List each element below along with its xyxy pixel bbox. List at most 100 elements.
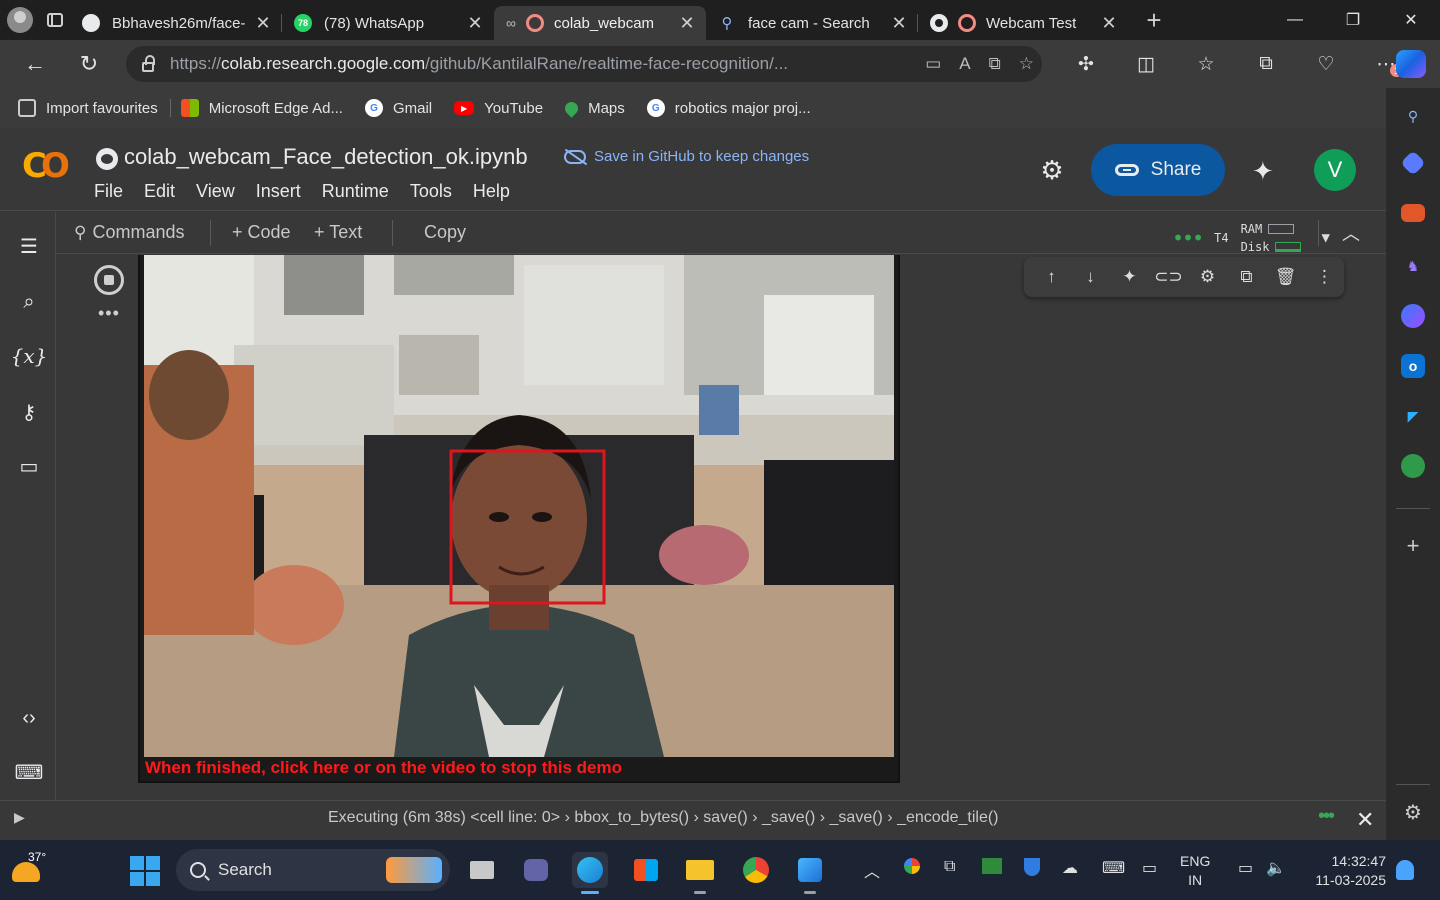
close-tab-icon[interactable]: ✕ bbox=[254, 13, 272, 34]
tablet-icon[interactable]: ▭ bbox=[1142, 858, 1157, 878]
close-tab-icon[interactable]: ✕ bbox=[1100, 13, 1118, 34]
link-icon[interactable]: ⊂⊃ bbox=[1149, 267, 1188, 287]
browser-tab-colab[interactable]: ∞ colab_webcam ✕ bbox=[494, 6, 706, 40]
close-window-button[interactable]: ✕ bbox=[1382, 0, 1440, 40]
onedrive-icon[interactable]: ☁ bbox=[1062, 858, 1078, 878]
games-icon[interactable]: ♞ bbox=[1401, 254, 1425, 278]
restore-button[interactable]: ❐ bbox=[1324, 0, 1382, 40]
browser-essentials-icon[interactable]: ♡ bbox=[1298, 44, 1354, 84]
mirror-cell-icon[interactable]: ⧉ bbox=[1227, 267, 1266, 287]
chevron-up-icon[interactable]: ︿ bbox=[864, 858, 880, 882]
menu-file[interactable]: File bbox=[94, 181, 123, 202]
favourite-maps[interactable]: Maps bbox=[562, 98, 625, 118]
favourite-robotics[interactable]: Grobotics major proj... bbox=[646, 99, 811, 117]
file-explorer-icon[interactable] bbox=[682, 852, 718, 894]
collections-icon[interactable]: ⧉ bbox=[1238, 44, 1294, 84]
teams-icon[interactable] bbox=[518, 852, 554, 888]
table-of-contents-icon[interactable]: ☰ bbox=[14, 232, 44, 260]
add-icon[interactable]: + bbox=[1401, 533, 1425, 558]
network-icon[interactable]: ▭ bbox=[1238, 858, 1253, 878]
shopping-tag-icon[interactable] bbox=[1400, 150, 1426, 176]
variables-icon[interactable]: {x} bbox=[11, 342, 48, 370]
store-icon[interactable] bbox=[628, 852, 664, 888]
lock-icon[interactable] bbox=[126, 54, 170, 72]
menu-help[interactable]: Help bbox=[473, 181, 510, 202]
favourite-edge-addons[interactable]: Microsoft Edge Ad... bbox=[180, 99, 343, 117]
stop-cell-button[interactable] bbox=[94, 265, 124, 295]
weather-widget[interactable]: 37° bbox=[10, 850, 48, 888]
delete-trash-icon[interactable]: 🗑 bbox=[1266, 267, 1305, 287]
browser-tab-webcam-test[interactable]: Webcam Test ✕ bbox=[918, 6, 1128, 40]
photos-icon[interactable] bbox=[792, 852, 828, 894]
user-avatar[interactable]: V bbox=[1314, 149, 1356, 191]
clock[interactable]: 14:32:47 11-03-2025 bbox=[1300, 852, 1386, 890]
code-snippets-icon[interactable]: ‹› bbox=[14, 704, 44, 732]
find-replace-icon[interactable]: ⌕ bbox=[14, 288, 44, 316]
back-button[interactable]: ← bbox=[12, 44, 58, 84]
search-icon[interactable]: ⚲ bbox=[1401, 104, 1425, 128]
app-available-icon[interactable]: ⧉ bbox=[989, 54, 1001, 74]
browser-tab-whatsapp[interactable]: 78 (78) WhatsApp ✕ bbox=[282, 6, 494, 40]
close-tab-icon[interactable]: ✕ bbox=[466, 13, 484, 34]
close-tab-icon[interactable]: ✕ bbox=[890, 13, 908, 34]
chevron-up-icon[interactable]: ︿ bbox=[1342, 220, 1360, 246]
browser-tab-github[interactable]: Bbhavesh26m/face- ✕ bbox=[70, 6, 282, 40]
copy-to-drive-button[interactable]: Copy bbox=[424, 222, 466, 243]
read-aloud-icon[interactable]: A bbox=[959, 54, 970, 74]
menu-view[interactable]: View bbox=[196, 181, 235, 202]
secrets-key-icon[interactable]: ⚷ bbox=[14, 398, 44, 426]
outlook-icon[interactable]: o bbox=[1401, 354, 1425, 378]
send-icon[interactable]: ◤ bbox=[1401, 404, 1425, 428]
tree-icon[interactable] bbox=[1401, 454, 1425, 478]
menu-runtime[interactable]: Runtime bbox=[322, 181, 389, 202]
task-view-icon[interactable] bbox=[464, 852, 500, 888]
copilot-sidebar-icon[interactable] bbox=[1401, 304, 1425, 328]
terminal-icon[interactable]: ⌨ bbox=[14, 758, 44, 786]
volume-icon[interactable]: 🔈 bbox=[1266, 858, 1286, 878]
notification-bell-icon[interactable] bbox=[1396, 860, 1414, 880]
chevron-down-icon[interactable]: ▼ bbox=[1321, 230, 1329, 246]
add-text-button[interactable]: + Text bbox=[314, 222, 362, 243]
runtime-resources[interactable]: ••• T4 RAM Disk ▼ bbox=[1172, 220, 1330, 256]
close-icon[interactable]: ✕ bbox=[1356, 807, 1374, 833]
tools-icon[interactable] bbox=[1401, 204, 1425, 222]
notebook-title[interactable]: colab_webcam_Face_detection_ok.ipynb bbox=[124, 144, 528, 170]
url-text[interactable]: https://colab.research.google.com/github… bbox=[170, 54, 820, 74]
files-folder-icon[interactable]: ▭ bbox=[14, 452, 44, 480]
menu-insert[interactable]: Insert bbox=[256, 181, 301, 202]
browser-tab-search[interactable]: ⚲ face cam - Search ✕ bbox=[706, 6, 918, 40]
profile-button[interactable] bbox=[0, 0, 40, 40]
security-warning-icon[interactable] bbox=[1024, 858, 1040, 876]
menu-edit[interactable]: Edit bbox=[144, 181, 175, 202]
gemini-sparkle-icon[interactable]: ✦ bbox=[1252, 156, 1274, 187]
color-app-icon[interactable] bbox=[904, 858, 920, 874]
address-bar[interactable]: https://colab.research.google.com/github… bbox=[126, 46, 1042, 82]
more-vert-icon[interactable]: ⋮ bbox=[1305, 267, 1344, 287]
webcam-video[interactable] bbox=[144, 255, 894, 757]
arrow-up-icon[interactable]: ↑ bbox=[1032, 267, 1071, 287]
split-screen-icon[interactable]: ◫ bbox=[1118, 44, 1174, 84]
start-button[interactable] bbox=[130, 856, 160, 886]
favourites-icon[interactable]: ☆ bbox=[1178, 44, 1234, 84]
copy-icon[interactable]: ⧉ bbox=[944, 858, 955, 876]
minimize-button[interactable]: — bbox=[1266, 0, 1324, 40]
close-tab-icon[interactable]: ✕ bbox=[678, 13, 696, 34]
menu-tools[interactable]: Tools bbox=[410, 181, 452, 202]
share-button[interactable]: Share bbox=[1091, 144, 1225, 196]
favourite-youtube[interactable]: ▶ YouTube bbox=[454, 100, 543, 117]
extensions-icon[interactable]: ✣ bbox=[1058, 44, 1114, 84]
xbox-icon[interactable] bbox=[982, 858, 1002, 874]
commands-button[interactable]: ⚲ Commands bbox=[74, 222, 184, 243]
add-code-button[interactable]: + Code bbox=[232, 222, 291, 243]
favorite-star-icon[interactable]: ☆ bbox=[1019, 54, 1034, 74]
more-options-icon[interactable]: ••• bbox=[98, 303, 120, 324]
taskbar-search[interactable]: Search bbox=[176, 849, 450, 891]
chrome-icon[interactable] bbox=[738, 852, 774, 888]
execution-status[interactable]: Executing (6m 38s) <cell line: 0> › bbox… bbox=[328, 809, 999, 827]
expand-icon[interactable]: ▶ bbox=[14, 809, 25, 826]
settings-gear-icon[interactable]: ⚙ bbox=[1038, 155, 1066, 185]
keyboard-icon[interactable]: ⌨ bbox=[1102, 858, 1125, 878]
new-tab-button[interactable]: + bbox=[1134, 5, 1174, 36]
copilot-icon[interactable] bbox=[1396, 50, 1426, 78]
save-in-github-link[interactable]: Save in GitHub to keep changes bbox=[564, 148, 809, 165]
